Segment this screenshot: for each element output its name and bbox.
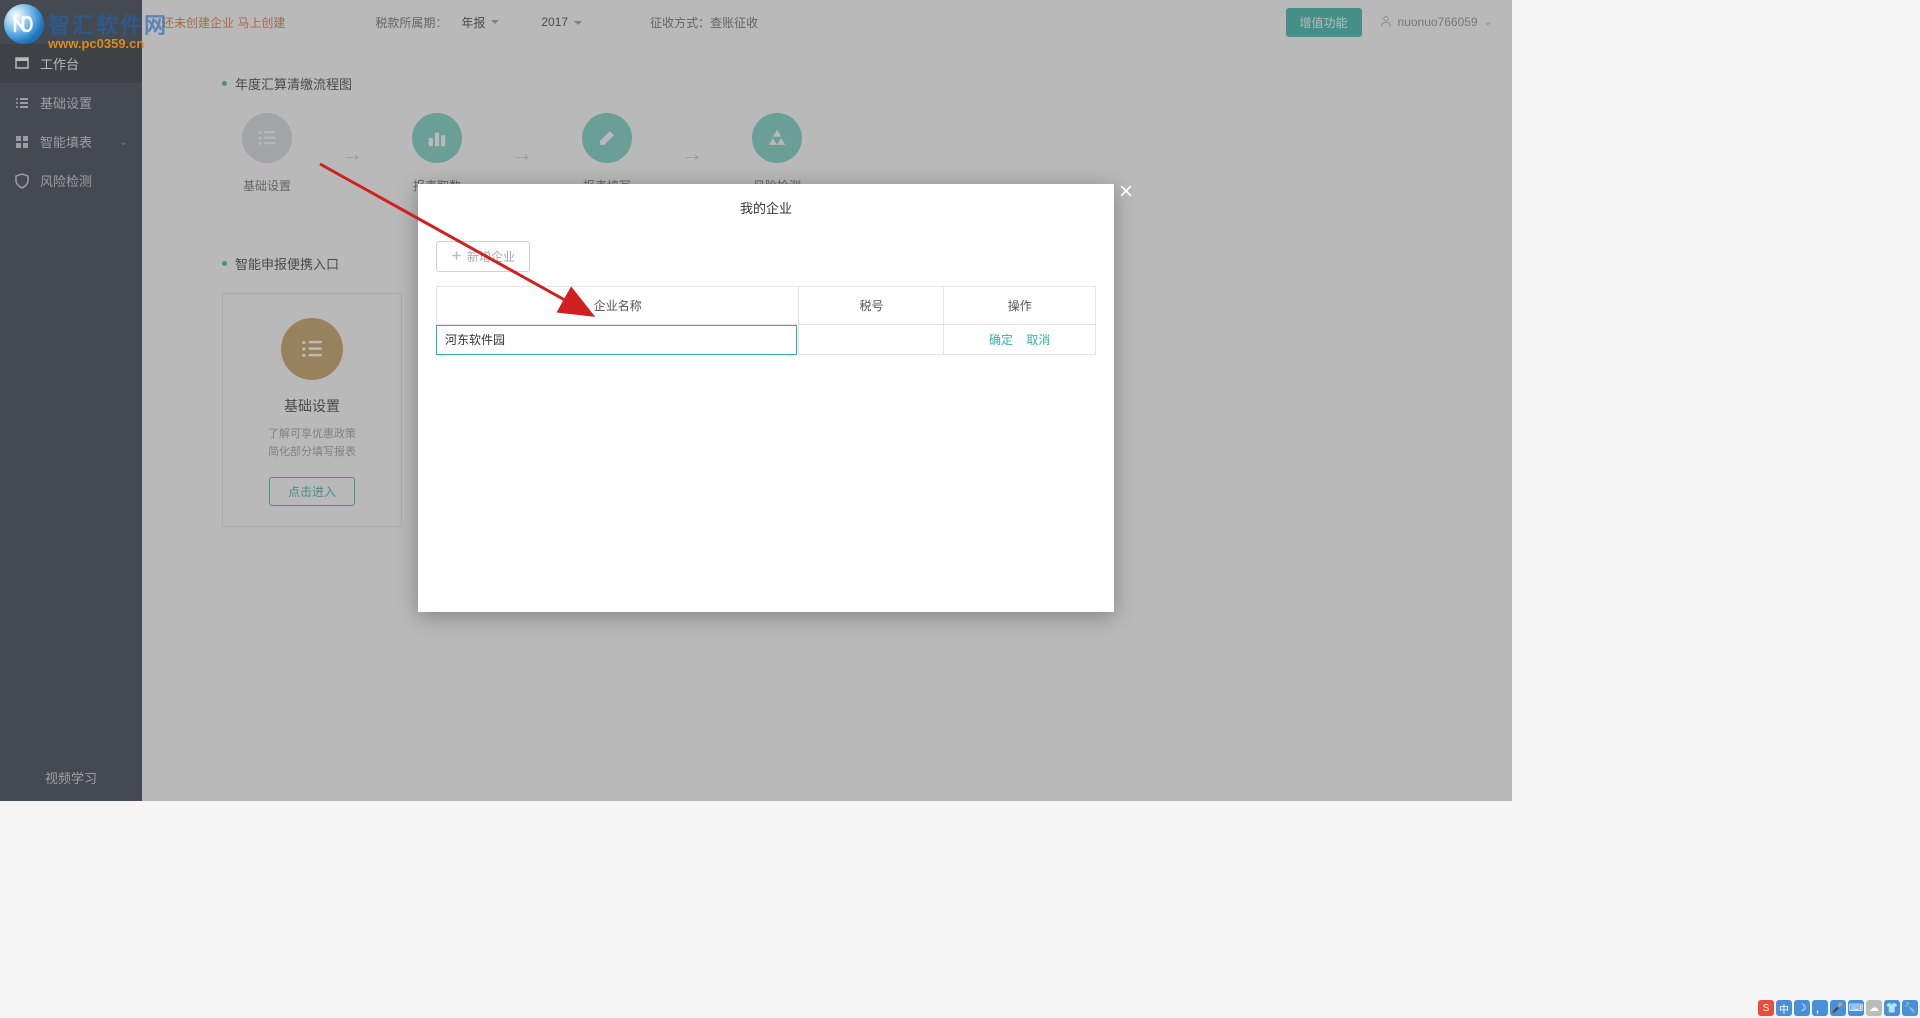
watermark-logo-icon: [4, 4, 44, 44]
skin-icon[interactable]: 👕: [1884, 1000, 1900, 1016]
col-op: 操作: [944, 287, 1096, 325]
ime-taskbar: S 中 ☽ ， 🎤 ⌨ ☁ 👕 🔧: [1758, 1000, 1918, 1016]
modal-title: 我的企业: [418, 184, 1114, 231]
table-row: 确定 取消: [437, 325, 1096, 355]
enterprise-table: 企业名称 税号 操作 确定 取消: [436, 286, 1096, 355]
wrench-icon[interactable]: 🔧: [1902, 1000, 1918, 1016]
moon-icon[interactable]: ☽: [1794, 1000, 1810, 1016]
plus-icon: [451, 250, 462, 264]
col-tax: 税号: [799, 287, 944, 325]
close-icon[interactable]: ×: [1114, 182, 1138, 206]
cloud-icon[interactable]: ☁: [1866, 1000, 1882, 1016]
watermark-url: www.pc0359.cn: [48, 36, 144, 51]
sogou-icon[interactable]: S: [1758, 1000, 1774, 1016]
col-name: 企业名称: [437, 287, 799, 325]
enterprise-name-input[interactable]: [436, 325, 797, 355]
cancel-link[interactable]: 取消: [1021, 333, 1055, 347]
mic-icon[interactable]: 🎤: [1830, 1000, 1846, 1016]
ime-mode-icon[interactable]: 中: [1776, 1000, 1792, 1016]
enterprise-modal: × 我的企业 新增企业 企业名称 税号 操作: [418, 184, 1114, 612]
punct-icon[interactable]: ，: [1812, 1000, 1828, 1016]
keyboard-icon[interactable]: ⌨: [1848, 1000, 1864, 1016]
tax-cell: [799, 325, 944, 355]
confirm-link[interactable]: 确定: [984, 333, 1018, 347]
add-enterprise-button[interactable]: 新增企业: [436, 241, 530, 272]
